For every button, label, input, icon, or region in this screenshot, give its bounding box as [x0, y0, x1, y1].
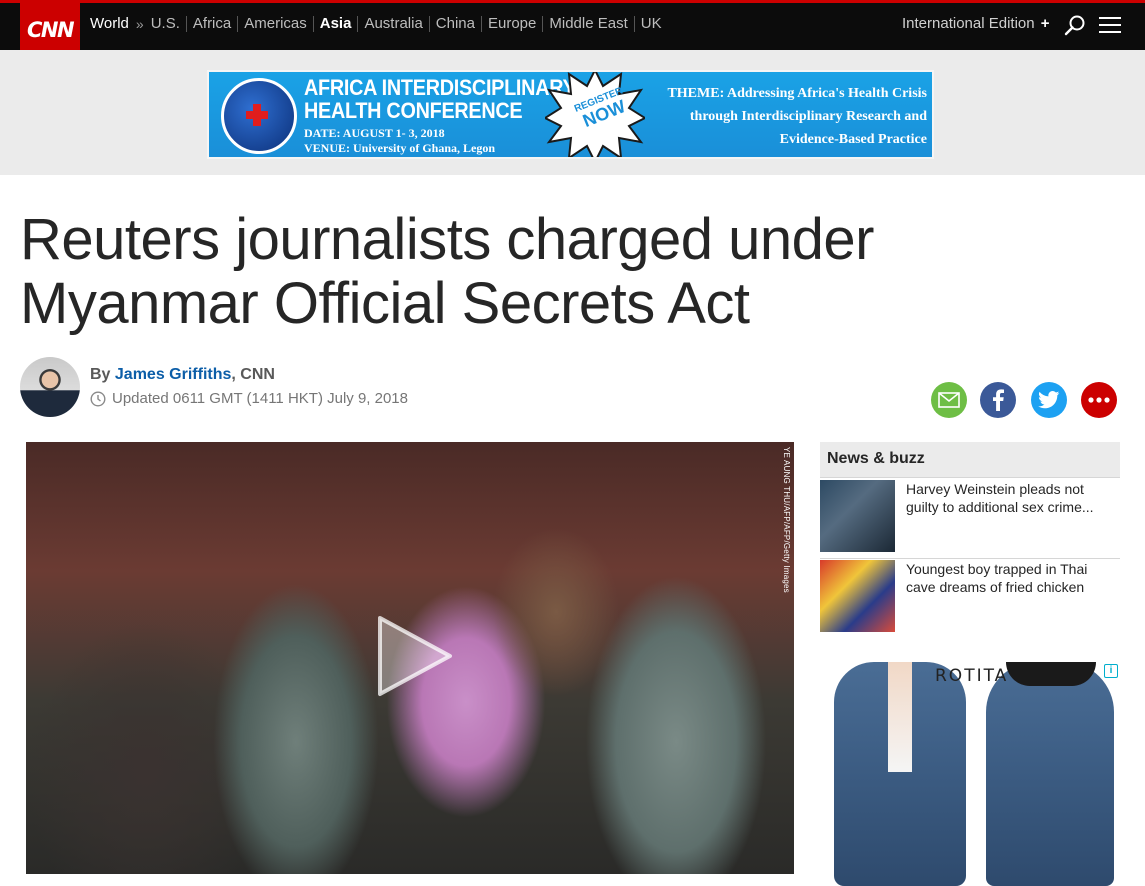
- ad-date-venue: DATE: AUGUST 1- 3, 2018 VENUE: Universit…: [304, 126, 496, 155]
- section-nav: World » U.S. Africa Americas Asia Austra…: [90, 15, 662, 32]
- twitter-bird-icon: [1038, 391, 1060, 409]
- search-icon[interactable]: [1064, 14, 1086, 36]
- news-item[interactable]: Harvey Weinstein pleads not guilty to ad…: [820, 480, 1120, 556]
- nav-link-uk[interactable]: UK: [641, 15, 662, 32]
- news-and-buzz-header: News & buzz: [820, 442, 1120, 478]
- nav-divider: [481, 15, 482, 32]
- edition-label: International Edition: [902, 15, 1035, 32]
- nav-link-asia[interactable]: Asia: [320, 15, 352, 32]
- news-thumbnail[interactable]: [820, 480, 895, 552]
- ad-info-icon[interactable]: i: [1104, 664, 1118, 678]
- ad-theme: THEME: Addressing Africa's Health Crisis…: [667, 86, 927, 147]
- share-twitter-button[interactable]: [1031, 382, 1067, 418]
- article-headline: Reuters journalists charged under Myanma…: [20, 207, 874, 336]
- photo-credit: YE AUNG THU/AFP/AFP/Getty Images: [782, 447, 791, 593]
- byline-source: , CNN: [231, 366, 275, 383]
- ad-title: AFRICA INTERDISCIPLINARY HEALTH CONFEREN…: [304, 75, 576, 123]
- nav-link-americas[interactable]: Americas: [244, 15, 307, 32]
- nav-divider: [357, 15, 359, 32]
- envelope-icon: [938, 392, 960, 408]
- byline-prefix: By: [90, 366, 111, 383]
- share-more-button[interactable]: [1081, 382, 1117, 418]
- news-item-title[interactable]: Youngest boy trapped in Thai cave dreams…: [906, 560, 1116, 596]
- nav-divider: [312, 15, 314, 32]
- conference-ad-banner[interactable]: AFRICA INTERDISCIPLINARY HEALTH CONFEREN…: [207, 70, 934, 159]
- news-thumbnail[interactable]: [820, 560, 895, 632]
- nav-link-africa[interactable]: Africa: [193, 15, 231, 32]
- nav-divider: [633, 15, 635, 32]
- share-facebook-button[interactable]: [980, 382, 1016, 418]
- nav-divider: [428, 15, 430, 32]
- updated-timestamp: Updated 0611 GMT (1411 HKT) July 9, 2018: [90, 390, 408, 407]
- edition-selector[interactable]: International Edition +: [902, 15, 1050, 32]
- nav-link-middle-east[interactable]: Middle East: [549, 15, 627, 32]
- jacket-image: [986, 662, 1114, 886]
- nav-divider: [542, 15, 544, 32]
- nav-link-australia[interactable]: Australia: [364, 15, 422, 32]
- nav-divider: [185, 15, 187, 32]
- author-avatar[interactable]: [20, 357, 80, 417]
- byline: By James Griffiths, CNN: [90, 366, 275, 384]
- ad-brand: ROTITA: [935, 666, 1009, 686]
- author-link[interactable]: James Griffiths: [115, 366, 231, 383]
- nav-link-europe[interactable]: Europe: [488, 15, 536, 32]
- nav-section-world[interactable]: World: [90, 15, 129, 32]
- model-neck: [888, 662, 912, 772]
- more-dots-icon: [1088, 397, 1110, 403]
- red-cross-icon: [246, 104, 268, 126]
- share-email-button[interactable]: [931, 382, 967, 418]
- nav-separator: »: [135, 15, 144, 32]
- news-divider: [820, 558, 1120, 559]
- nav-accent-line: [0, 0, 1145, 3]
- nav-divider: [237, 15, 239, 32]
- plus-icon: +: [1040, 15, 1050, 32]
- news-item[interactable]: Youngest boy trapped in Thai cave dreams…: [820, 560, 1120, 636]
- hamburger-menu-icon[interactable]: [1099, 16, 1121, 34]
- facebook-icon: [993, 389, 1004, 411]
- clock-icon: [90, 390, 106, 407]
- nav-link-us[interactable]: U.S.: [151, 15, 180, 32]
- nav-link-china[interactable]: China: [436, 15, 475, 32]
- play-icon[interactable]: [368, 612, 456, 700]
- model-hair: [1006, 662, 1096, 686]
- clothing-ad[interactable]: ROTITA i: [820, 662, 1120, 886]
- news-item-title[interactable]: Harvey Weinstein pleads not guilty to ad…: [906, 480, 1116, 516]
